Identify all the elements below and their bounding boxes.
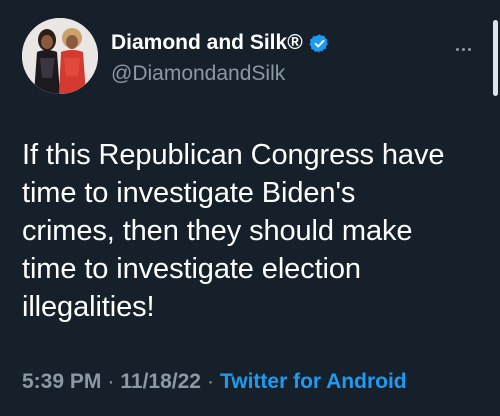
display-name[interactable]: Diamond and Silk®	[111, 31, 330, 55]
tweet-text-line: time to investigate election	[22, 253, 361, 285]
verified-badge-icon	[309, 33, 328, 53]
user-handle[interactable]: @DiamondandSilk	[111, 62, 285, 86]
display-name-text: Diamond and Silk®	[111, 31, 303, 54]
tweet-text: If this Republican Congress have time to…	[22, 136, 492, 326]
avatar[interactable]	[22, 18, 98, 94]
separator: ·	[107, 370, 115, 393]
separator: ·	[206, 370, 214, 393]
tweet-text-line: crimes, then they should make	[22, 215, 413, 247]
tweet-meta: 5:39 PM · 11/18/22 · Twitter for Android	[22, 370, 407, 394]
tweet-date[interactable]: 11/18/22	[120, 370, 201, 393]
scrollbar[interactable]	[493, 20, 498, 96]
dot	[468, 48, 471, 51]
tweet-card: Diamond and Silk® @DiamondandSilk If thi…	[0, 0, 500, 416]
tweet-text-line: illegalities!	[22, 291, 155, 323]
more-options-icon[interactable]	[456, 38, 476, 51]
dot	[456, 48, 459, 51]
dot	[462, 48, 465, 51]
tweet-text-line: If this Republican Congress have	[22, 139, 445, 171]
avatar-image	[22, 18, 98, 94]
tweet-text-line: time to investigate Biden's	[22, 177, 356, 209]
tweet-time[interactable]: 5:39 PM	[22, 370, 101, 393]
tweet-source-link[interactable]: Twitter for Android	[220, 370, 407, 393]
